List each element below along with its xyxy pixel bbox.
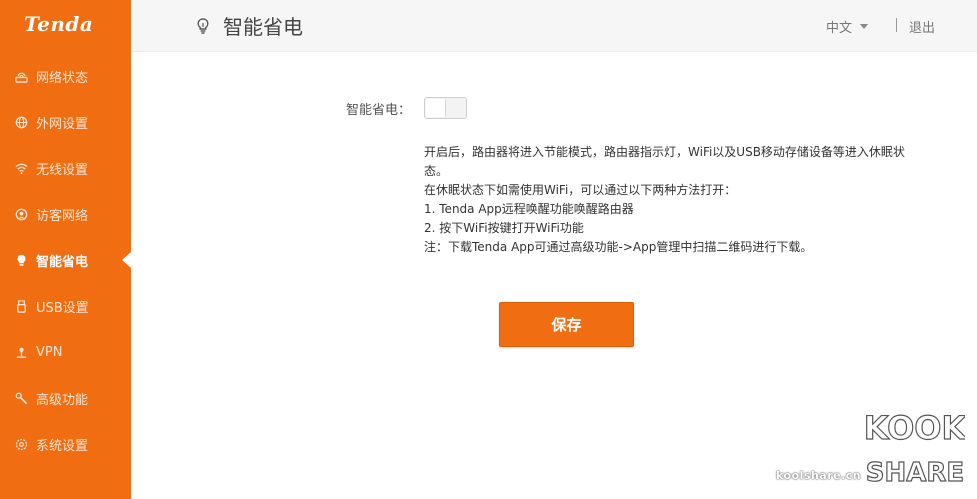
description-line: 2. 按下WiFi按键打开WiFi功能 <box>424 221 584 235</box>
description-line: 开启后，路由器将进入节能模式，路由器指示灯，WiFi以及USB移动存储设备等进入… <box>424 145 905 159</box>
sidebar-item-system-settings[interactable]: 系统设置 <box>0 421 131 467</box>
watermark-logo-bottom: SHARE <box>866 458 964 488</box>
network-status-icon <box>14 69 28 83</box>
page-title-text: 智能省电 <box>223 15 303 39</box>
sidebar-item-usb-settings[interactable]: USB设置 <box>0 283 131 329</box>
sidebar-item-wireless-settings[interactable]: 无线设置 <box>0 145 131 191</box>
sidebar-item-label: 网络状态 <box>36 70 89 86</box>
lightbulb-icon <box>14 253 28 267</box>
description-line: 在休眠状态下如需使用WiFi，可以通过以下两种方法打开： <box>424 183 737 197</box>
language-selector[interactable]: 中文 <box>826 17 869 36</box>
power-saving-description: 开启后，路由器将进入节能模式，路由器指示灯，WiFi以及USB移动存储设备等进入… <box>424 143 977 257</box>
language-label: 中文 <box>826 21 853 36</box>
globe-icon <box>14 115 28 129</box>
sidebar-item-smart-power-saving[interactable]: 智能省电 <box>0 237 131 283</box>
sidebar: Tenda 网络状态 外网设置 无线设置 访客网络 智能省电 USB设置 VPN… <box>0 0 131 499</box>
watermark-logo-top: KOOK <box>865 409 965 447</box>
power-saving-toggle-label: 智能省电： <box>346 103 412 118</box>
description-line: 注：下载Tenda App可通过高级功能->App管理中扫描二维码进行下载。 <box>424 240 813 254</box>
sidebar-item-label: 外网设置 <box>36 116 89 132</box>
header-divider <box>896 18 897 32</box>
chevron-down-icon <box>860 24 869 29</box>
sidebar-item-vpn[interactable]: VPN <box>0 329 131 375</box>
sidebar-item-label: 高级功能 <box>36 392 89 408</box>
sidebar-item-label: 无线设置 <box>36 162 89 178</box>
sidebar-item-network-status[interactable]: 网络状态 <box>0 53 131 99</box>
vpn-icon <box>14 345 28 359</box>
sidebar-item-label: VPN <box>36 344 63 360</box>
koolshare-watermark-logo: KOOK SHARE <box>865 408 965 488</box>
guest-network-icon <box>14 207 28 221</box>
sidebar-item-label: 智能省电 <box>36 254 89 270</box>
top-header: 智能省电 中文 退出 <box>131 0 977 52</box>
sidebar-item-label: 访客网络 <box>36 208 89 224</box>
watermark-site-text: koolshare.cn <box>776 469 862 482</box>
power-saving-toggle[interactable] <box>424 97 467 119</box>
sidebar-item-wan-settings[interactable]: 外网设置 <box>0 99 131 145</box>
app-root: Tenda 网络状态 外网设置 无线设置 访客网络 智能省电 USB设置 VPN… <box>0 0 977 499</box>
sidebar-nav: 网络状态 外网设置 无线设置 访客网络 智能省电 USB设置 VPN 高级功能 … <box>0 53 131 467</box>
sidebar-item-advanced[interactable]: 高级功能 <box>0 375 131 421</box>
wrench-icon <box>14 391 28 405</box>
description-line: 1. Tenda App远程唤醒功能唤醒路由器 <box>424 202 634 216</box>
sidebar-item-guest-network[interactable]: 访客网络 <box>0 191 131 237</box>
lightbulb-icon <box>195 17 211 35</box>
description-line: 态。 <box>424 164 449 178</box>
gear-icon <box>14 437 28 451</box>
toggle-knob <box>426 99 446 117</box>
tenda-logo: Tenda <box>24 12 94 36</box>
usb-icon <box>14 299 28 313</box>
sidebar-item-label: 系统设置 <box>36 438 89 454</box>
page-title: 智能省电 <box>195 11 303 40</box>
sidebar-item-label: USB设置 <box>36 300 89 316</box>
wifi-icon <box>14 161 28 175</box>
save-button[interactable]: 保存 <box>499 302 634 347</box>
logout-link[interactable]: 退出 <box>909 17 935 36</box>
